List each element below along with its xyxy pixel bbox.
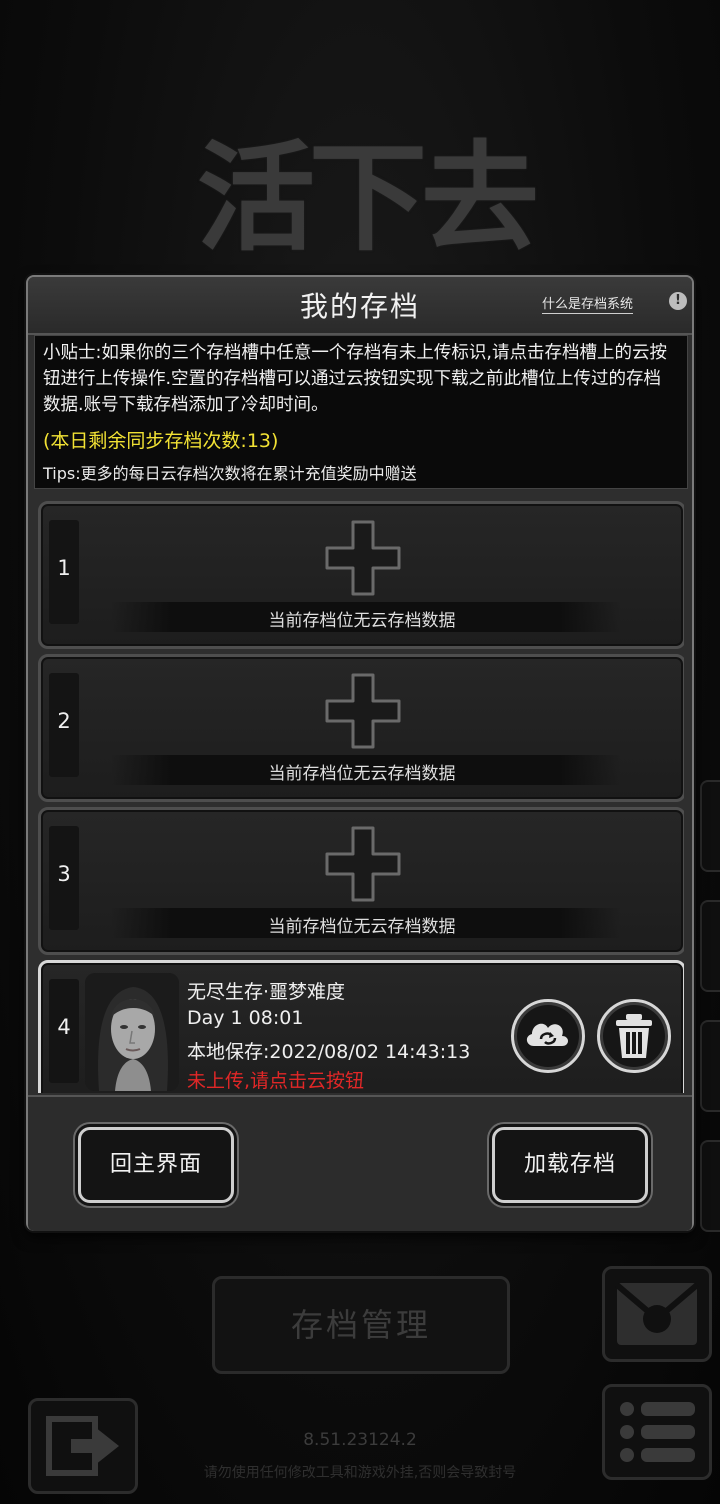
slot-status: 当前存档位无云存档数据 [268,611,456,631]
cloud-upload-button[interactable] [511,999,585,1073]
help-link[interactable]: 什么是存档系统 [542,293,634,314]
upload-warning: 未上传,请点击云按钮 [187,1070,365,1092]
load-save-button[interactable]: 加载存档 [492,1127,648,1203]
anti-cheat-warning: 请勿使用任何修改工具和游戏外挂,否则会导致封号 [203,1465,517,1481]
slot-status: 当前存档位无云存档数据 [268,917,456,937]
portrait-image [85,973,179,1091]
slot-number: 2 [57,709,71,733]
side-button[interactable] [700,780,720,872]
local-save-time: 本地保存:2022/08/02 14:43:13 [187,1041,471,1063]
plus-icon[interactable] [323,671,403,751]
mail-icon [615,1282,699,1345]
slot-status: 当前存档位无云存档数据 [268,764,456,784]
game-mode: 无尽生存·噩梦难度 [187,981,346,1003]
side-button[interactable] [700,900,720,992]
back-home-button[interactable]: 回主界面 [78,1127,234,1203]
sync-count: (本日剩余同步存档次数:13) [43,430,279,452]
slot-number: 1 [57,556,71,580]
save-slot-1[interactable]: 1 当前存档位无云存档数据 [38,501,684,649]
save-slot-2[interactable]: 2 当前存档位无云存档数据 [38,654,684,802]
side-button[interactable] [700,1140,720,1232]
save-slot-4[interactable]: 4 无尽生存·噩梦难度 Day 1 08:01 本地保存:2022/08/02 … [38,960,684,1093]
version-label: 8.51.23124.2 [303,1430,417,1450]
save-slot-3[interactable]: 3 当前存档位无云存档数据 [38,807,684,955]
slot-number: 3 [57,862,71,886]
side-button[interactable] [700,1020,720,1112]
mail-button[interactable] [602,1266,712,1362]
trash-icon [616,1014,652,1058]
game-day-time: Day 1 08:01 [187,1007,304,1029]
tip-text: 小贴士:如果你的三个存档槽中任意一个存档有未上传标识,请点击存档槽上的云按钮进行… [43,343,667,415]
dialog-footer: 回主界面 加载存档 [28,1095,692,1231]
slot-number: 4 [57,1015,71,1039]
tip-box: 小贴士:如果你的三个存档槽中任意一个存档有未上传标识,请点击存档槽上的云按钮进行… [34,335,688,489]
cloud-upload-icon [526,1023,568,1046]
save-dialog: 我的存档 什么是存档系统 ! 小贴士:如果你的三个存档槽中任意一个存档有未上传标… [26,275,694,1231]
plus-icon[interactable] [323,518,403,598]
delete-button[interactable] [597,999,671,1073]
plus-icon[interactable] [323,824,403,904]
tips-extra: Tips:更多的每日云存档次数将在累计充值奖励中赠送 [43,464,417,483]
character-avatar [85,973,179,1091]
info-icon[interactable]: ! [669,292,687,310]
game-title-logo: 活下去 [196,128,539,267]
dialog-header: 我的存档 什么是存档系统 ! [28,277,692,335]
slot-list[interactable]: 1 当前存档位无云存档数据 2 当前存档位无云存档数据 3 当前存档位无云存档数… [36,497,684,1093]
save-manage-button[interactable]: 存档管理 [212,1276,510,1374]
